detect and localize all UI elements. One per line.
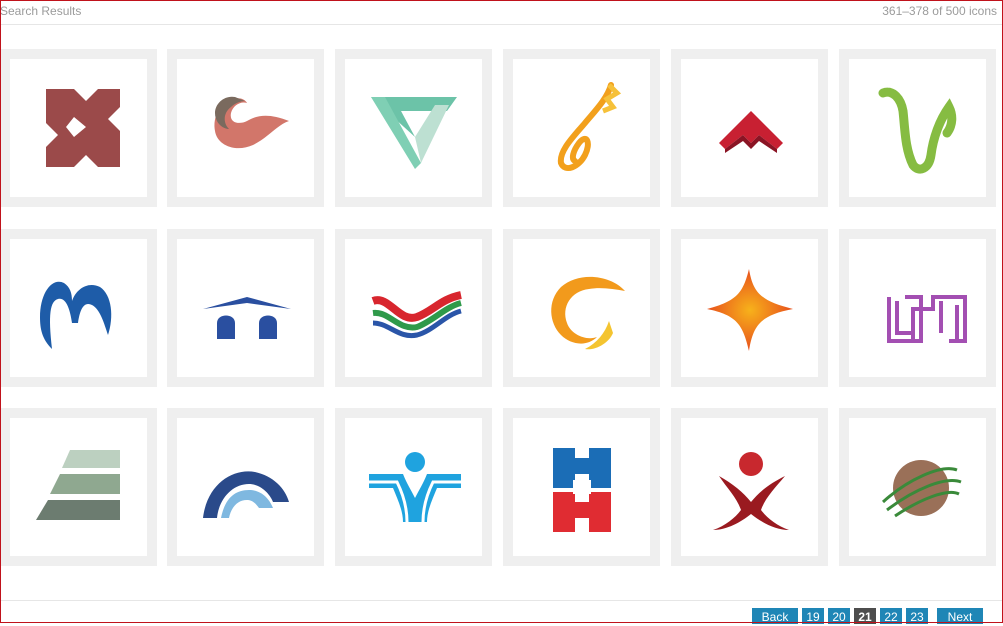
page-23-button[interactable]: 23: [906, 608, 928, 624]
brown-globe-logo-icon: [881, 460, 962, 518]
icon-tile[interactable]: [167, 229, 324, 387]
blue-arch-logo-icon: [203, 471, 289, 518]
page-20-button[interactable]: 20: [828, 608, 850, 624]
icon-tile[interactable]: [671, 49, 828, 207]
red-arrow-logo-icon: [719, 111, 783, 153]
next-button[interactable]: Next: [937, 608, 983, 624]
icon-tile[interactable]: [167, 408, 324, 566]
red-x-logo-icon: [46, 89, 120, 167]
pagination: Back 19 20 21 22 23 Next: [0, 608, 1003, 624]
icon-tile[interactable]: [335, 229, 492, 387]
orange-star-logo-icon: [707, 269, 793, 351]
green-w-logo-icon: [878, 87, 957, 174]
icon-tile[interactable]: [503, 408, 660, 566]
teal-triangle-logo-icon: [371, 97, 457, 169]
blue-m-logo-icon: [40, 281, 112, 349]
icon-tile[interactable]: [167, 49, 324, 207]
icon-tile[interactable]: [503, 49, 660, 207]
purple-maze-logo-icon: [887, 295, 967, 343]
blue-person-logo-icon: [369, 452, 461, 523]
icon-tile[interactable]: [335, 408, 492, 566]
icon-tile[interactable]: [671, 408, 828, 566]
icon-tile[interactable]: [335, 49, 492, 207]
icon-tile[interactable]: [0, 408, 157, 566]
page-22-button[interactable]: 22: [880, 608, 902, 624]
page-21-button[interactable]: 21: [854, 608, 876, 624]
red-figure-logo-icon: [713, 452, 789, 530]
yellow-flame-logo-icon: [557, 82, 622, 172]
footer-divider: [0, 600, 1003, 601]
ribbon-waves-logo-icon: [371, 291, 462, 339]
icon-tile[interactable]: [503, 229, 660, 387]
back-button[interactable]: Back: [752, 608, 798, 624]
icon-tile[interactable]: [839, 229, 996, 387]
icon-tile[interactable]: [839, 408, 996, 566]
page-19-button[interactable]: 19: [802, 608, 824, 624]
icon-tile[interactable]: [839, 49, 996, 207]
green-stack-logo-icon: [36, 450, 120, 520]
swoosh-wave-logo-icon: [214, 96, 289, 149]
icon-tile[interactable]: [0, 229, 157, 387]
blue-bridge-logo-icon: [203, 297, 291, 339]
icon-grid: [0, 0, 1003, 600]
icon-tile[interactable]: [0, 49, 157, 207]
red-blue-m-logo-icon: [553, 448, 611, 532]
icon-tile[interactable]: [671, 229, 828, 387]
orange-swirl-logo-icon: [551, 276, 625, 350]
